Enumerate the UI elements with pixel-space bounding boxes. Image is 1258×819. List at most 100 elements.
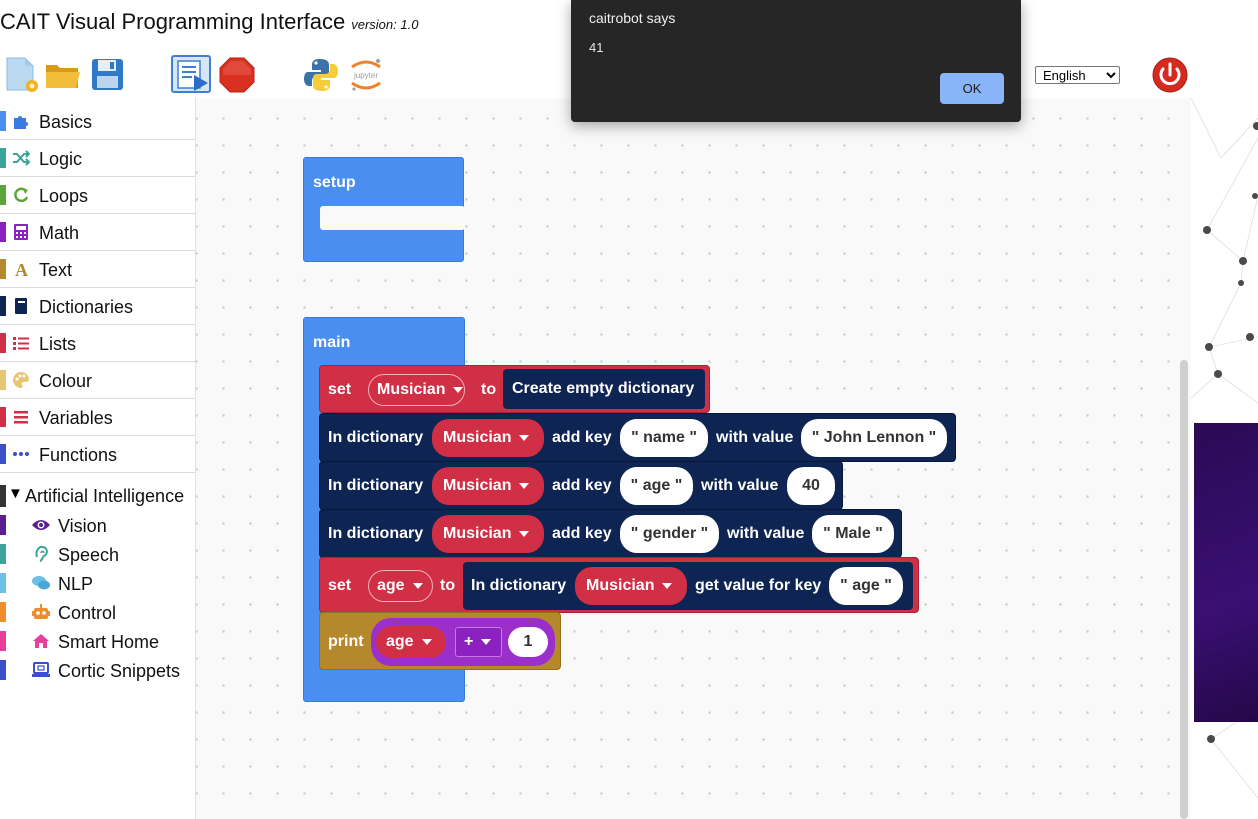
ok-button[interactable]: OK (940, 73, 1004, 104)
dictionary-add-key-block[interactable]: In dictionary Musician add key " age " w… (319, 461, 843, 510)
power-icon[interactable] (1152, 57, 1188, 93)
variable-dropdown[interactable]: age (376, 626, 446, 658)
category-color-bar (0, 370, 6, 390)
sidebar-item-dictionaries[interactable]: Dictionaries (0, 288, 195, 325)
app-version: version: 1.0 (351, 17, 419, 32)
category-color-bar (0, 544, 6, 564)
sidebar-group-artificial-intelligence[interactable]: ▼ Artificial Intelligence (0, 481, 195, 511)
run-icon (177, 60, 208, 91)
create-empty-dictionary-block[interactable]: Create empty dictionary (503, 369, 705, 409)
laptop-icon (31, 660, 51, 680)
set-variable-block[interactable]: set Musician to Create empty dictionary (319, 365, 710, 413)
set-variable-block[interactable]: set age to In dictionary Musician get va… (319, 557, 919, 613)
sidebar-item-logic[interactable]: Logic (0, 140, 195, 177)
value-string-input[interactable]: " Male " (812, 515, 894, 553)
alert-dialog: caitrobot says 41 OK (571, 0, 1021, 122)
stop-icon[interactable] (219, 57, 255, 93)
variable-dropdown[interactable]: age (368, 570, 433, 602)
sidebar-item-lists[interactable]: Lists (0, 325, 195, 362)
key-string-input[interactable]: " age " (829, 567, 903, 605)
language-select[interactable]: English (1035, 66, 1120, 84)
dictionary-add-key-block[interactable]: In dictionary Musician add key " gender … (319, 509, 902, 558)
category-color-bar (0, 333, 6, 353)
sidebar-item-math[interactable]: Math (0, 214, 195, 251)
value-string-input[interactable]: " John Lennon " (801, 419, 947, 457)
dictionary-get-value-block[interactable]: In dictionary Musician get value for key… (463, 562, 913, 610)
sidebar-item-basics[interactable]: Basics (0, 103, 195, 140)
expand-arrow-icon[interactable]: ▼ (8, 485, 23, 502)
category-color-bar (0, 485, 6, 507)
list-icon (11, 333, 31, 353)
in-dictionary-label: In dictionary (328, 429, 424, 446)
key-string-input[interactable]: " age " (620, 467, 693, 505)
ear-icon (31, 544, 51, 564)
variable-name: Musician (377, 381, 446, 398)
sidebar-item-label: NLP (58, 574, 94, 594)
with-value-label: with value (727, 525, 805, 542)
set-keyword: set (328, 577, 352, 594)
sidebar-item-label: Speech (58, 545, 120, 565)
chat-icon (31, 573, 51, 593)
dictionary-add-key-block[interactable]: In dictionary Musician add key " name " … (319, 413, 956, 462)
variables-icon (11, 407, 31, 427)
jupyter-icon[interactable]: jupyter (348, 56, 384, 94)
dictionary-dropdown[interactable]: Musician (432, 515, 544, 553)
home-icon (31, 631, 51, 651)
workspace-scrollbar[interactable] (1180, 360, 1188, 819)
sidebar-item-speech[interactable]: Speech (0, 540, 195, 569)
in-dictionary-label: In dictionary (471, 577, 567, 594)
main-label: main (313, 334, 351, 351)
sidebar-item-smart-home[interactable]: Smart Home (0, 627, 195, 656)
operator-dropdown[interactable]: + (455, 627, 502, 657)
dropdown-caret-icon (421, 639, 432, 645)
with-value-label: with value (701, 477, 779, 494)
sidebar-item-label: Control (58, 603, 117, 623)
key-string-input[interactable]: " gender " (620, 515, 719, 553)
run-button[interactable] (171, 55, 211, 93)
book-icon (11, 296, 31, 316)
sidebar-item-loops[interactable]: Loops (0, 177, 195, 214)
sidebar-item-nlp[interactable]: NLP (0, 569, 195, 598)
arithmetic-block[interactable]: age + 1 (371, 618, 555, 666)
puzzle-icon (11, 111, 31, 131)
key-string-input[interactable]: " name " (620, 419, 708, 457)
category-color-bar (0, 660, 6, 680)
sidebar-item-colour[interactable]: Colour (0, 362, 195, 399)
category-color-bar (0, 296, 6, 316)
dropdown-caret-icon (519, 483, 530, 489)
sidebar-item-functions[interactable]: Functions (0, 436, 195, 473)
sidebar-item-variables[interactable]: Variables (0, 399, 195, 436)
dictionary-dropdown[interactable]: Musician (575, 567, 687, 605)
with-value-label: with value (716, 429, 794, 446)
number-input[interactable]: 1 (508, 627, 548, 657)
variable-dropdown[interactable]: Musician (368, 374, 465, 406)
category-color-bar (0, 259, 6, 279)
sidebar-item-label: Functions (39, 445, 118, 465)
robot-icon (31, 602, 51, 622)
setup-block[interactable]: setup (303, 157, 465, 262)
sidebar-item-text[interactable]: A Text (0, 251, 195, 288)
jupyter-text: jupyter (353, 71, 378, 80)
sidebar-item-control[interactable]: Control (0, 598, 195, 627)
dictionary-dropdown[interactable]: Musician (432, 419, 544, 457)
dictionary-dropdown[interactable]: Musician (432, 467, 544, 505)
dropdown-caret-icon (519, 531, 530, 537)
category-color-bar (0, 515, 6, 535)
save-icon[interactable] (91, 58, 125, 92)
sidebar-item-label: Basics (39, 112, 93, 132)
number-input[interactable]: 40 (787, 467, 835, 505)
python-icon[interactable] (303, 57, 339, 93)
open-folder-icon[interactable] (45, 60, 81, 90)
print-block[interactable]: print age + 1 (319, 612, 561, 670)
sidebar-item-vision[interactable]: Vision (0, 511, 195, 540)
sidebar-item-cortic-snippets[interactable]: Cortic Snippets (0, 656, 195, 685)
setup-statement-slot (320, 206, 465, 230)
toolbox-sidebar: Basics Logic Loops Math A Text Dictionaries Lis… (0, 103, 195, 685)
new-file-icon[interactable] (5, 56, 41, 94)
dropdown-caret-icon (519, 435, 530, 441)
variable-name: age (386, 633, 414, 650)
add-key-label: add key (552, 525, 612, 542)
palette-icon (11, 370, 31, 390)
sidebar-item-label: Cortic Snippets (58, 661, 181, 681)
category-color-bar (0, 602, 6, 622)
